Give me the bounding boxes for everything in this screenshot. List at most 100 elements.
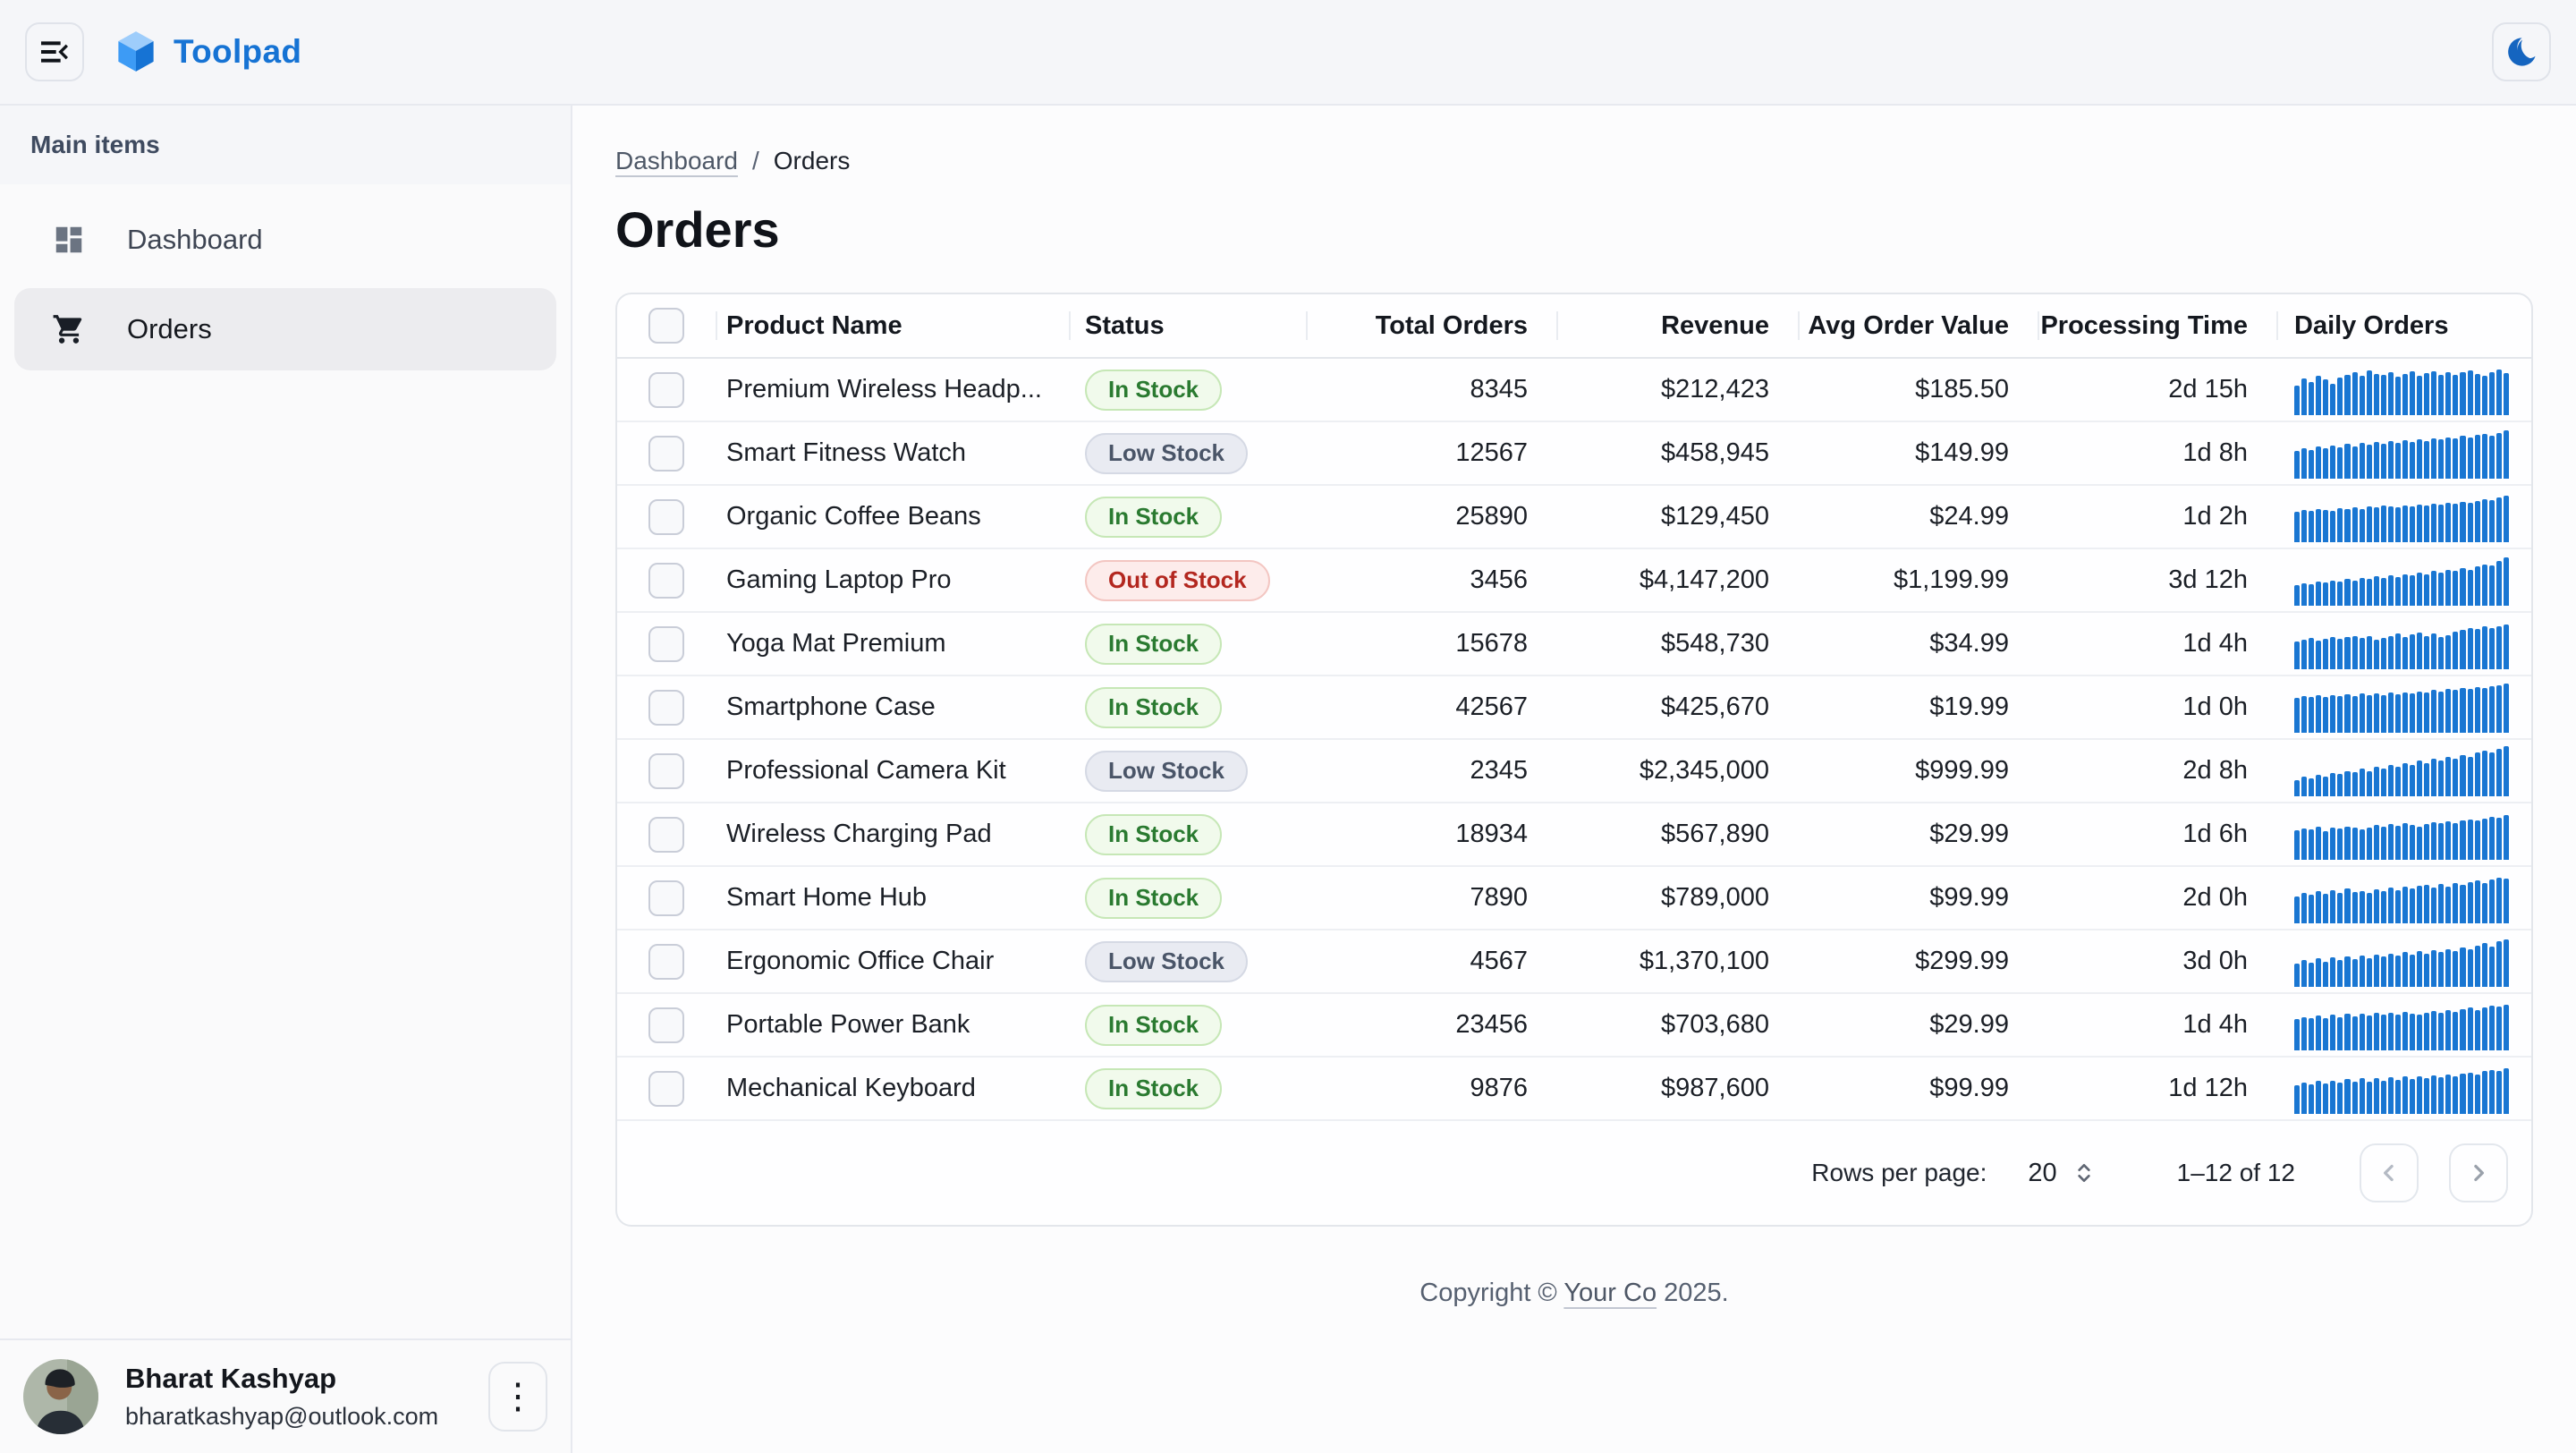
cell-status: In Stock [1069, 370, 1306, 411]
cell-processing-time: 1d 12h [2038, 1074, 2276, 1103]
row-checkbox[interactable] [648, 880, 684, 916]
theme-toggle-button[interactable] [2492, 22, 2551, 81]
cell-total-orders: 15678 [1306, 629, 1556, 659]
column-header-total-orders[interactable]: Total Orders [1306, 311, 1556, 341]
column-header-revenue[interactable]: Revenue [1556, 311, 1798, 341]
cell-product-name: Professional Camera Kit [716, 756, 1069, 786]
cell-daily-orders [2276, 937, 2531, 987]
cell-processing-time: 2d 8h [2038, 756, 2276, 786]
row-checkbox[interactable] [648, 563, 684, 599]
table-row[interactable]: Organic Coffee Beans In Stock 25890 $129… [617, 486, 2531, 549]
cell-avg-order-value: $24.99 [1798, 502, 2038, 531]
cell-product-name: Portable Power Bank [716, 1010, 1069, 1040]
kebab-menu-icon: ⋮ [500, 1379, 536, 1415]
cell-processing-time: 1d 4h [2038, 1010, 2276, 1040]
select-all-checkbox[interactable] [648, 308, 684, 344]
row-checkbox[interactable] [648, 1007, 684, 1043]
row-checkbox[interactable] [648, 499, 684, 535]
user-menu-button[interactable]: ⋮ [488, 1362, 547, 1432]
table-row[interactable]: Premium Wireless Headp... In Stock 8345 … [617, 359, 2531, 422]
table-row[interactable]: Smart Fitness Watch Low Stock 12567 $458… [617, 422, 2531, 486]
table-row[interactable]: Gaming Laptop Pro Out of Stock 3456 $4,1… [617, 549, 2531, 613]
status-badge: Low Stock [1085, 941, 1248, 982]
breadcrumb-link-dashboard[interactable]: Dashboard [615, 147, 738, 175]
cell-revenue: $2,345,000 [1556, 756, 1798, 786]
row-checkbox[interactable] [648, 753, 684, 789]
copyright-prefix: Copyright © [1419, 1279, 1563, 1307]
row-checkbox[interactable] [648, 372, 684, 408]
sidebar-nav: Dashboard Orders [0, 184, 571, 378]
cell-processing-time: 1d 6h [2038, 820, 2276, 849]
row-checkbox-cell [617, 1007, 716, 1043]
next-page-button[interactable] [2449, 1143, 2508, 1202]
daily-orders-sparkline [2294, 429, 2509, 479]
chevron-right-icon [2465, 1160, 2492, 1186]
row-checkbox[interactable] [648, 944, 684, 980]
status-badge: Low Stock [1085, 433, 1248, 474]
rows-per-page-spinner[interactable] [2070, 1159, 2098, 1187]
status-badge: In Stock [1085, 370, 1222, 411]
main-content: Dashboard / Orders Orders Product Name S… [572, 106, 2576, 1308]
sidebar-item-dashboard[interactable]: Dashboard [14, 199, 556, 281]
sidebar-item-label: Orders [127, 313, 212, 345]
cell-total-orders: 7890 [1306, 883, 1556, 913]
rows-per-page-select[interactable]: 20 [2028, 1159, 2056, 1188]
cell-product-name: Smartphone Case [716, 693, 1069, 722]
sidebar-item-orders[interactable]: Orders [14, 288, 556, 370]
table-header-row: Product Name Status Total Orders Revenue… [617, 294, 2531, 359]
company-link[interactable]: Your Co [1563, 1279, 1657, 1307]
status-badge: In Stock [1085, 687, 1222, 728]
breadcrumb-current: Orders [774, 147, 851, 175]
cell-status: In Stock [1069, 687, 1306, 728]
table-row[interactable]: Mechanical Keyboard In Stock 9876 $987,6… [617, 1058, 2531, 1121]
table-row[interactable]: Smart Home Hub In Stock 7890 $789,000 $9… [617, 867, 2531, 930]
chevron-left-icon [2376, 1160, 2402, 1186]
avatar[interactable] [23, 1359, 98, 1434]
cell-status: In Stock [1069, 624, 1306, 665]
row-checkbox[interactable] [648, 690, 684, 726]
table-row[interactable]: Yoga Mat Premium In Stock 15678 $548,730… [617, 613, 2531, 676]
rows-per-page-label: Rows per page: [1811, 1159, 1987, 1187]
column-header-processing-time[interactable]: Processing Time [2038, 311, 2276, 341]
row-checkbox-cell [617, 753, 716, 789]
cart-icon [52, 312, 86, 346]
column-header-avg-order-value[interactable]: Avg Order Value [1798, 311, 2038, 341]
cell-avg-order-value: $19.99 [1798, 693, 2038, 722]
cell-avg-order-value: $29.99 [1798, 1010, 2038, 1040]
row-checkbox[interactable] [648, 626, 684, 662]
daily-orders-sparkline [2294, 810, 2509, 860]
app-title: Toolpad [174, 33, 301, 71]
previous-page-button[interactable] [2360, 1143, 2419, 1202]
cell-processing-time: 3d 12h [2038, 565, 2276, 595]
cell-processing-time: 1d 8h [2038, 438, 2276, 468]
cell-product-name: Wireless Charging Pad [716, 820, 1069, 849]
column-header-status[interactable]: Status [1069, 311, 1306, 341]
row-checkbox-cell [617, 1071, 716, 1107]
row-checkbox-cell [617, 626, 716, 662]
column-header-daily-orders[interactable]: Daily Orders [2276, 311, 2531, 341]
collapse-sidebar-button[interactable] [25, 22, 84, 81]
cell-total-orders: 3456 [1306, 565, 1556, 595]
row-checkbox-cell [617, 563, 716, 599]
header-checkbox-cell [617, 308, 716, 344]
row-checkbox[interactable] [648, 436, 684, 472]
cell-processing-time: 2d 15h [2038, 375, 2276, 404]
table-row[interactable]: Portable Power Bank In Stock 23456 $703,… [617, 994, 2531, 1058]
user-info: Bharat Kashyap bharatkashyap@outlook.com [125, 1362, 438, 1432]
cell-revenue: $458,945 [1556, 438, 1798, 468]
table-row[interactable]: Smartphone Case In Stock 42567 $425,670 … [617, 676, 2531, 740]
row-checkbox[interactable] [648, 1071, 684, 1107]
cell-processing-time: 1d 4h [2038, 629, 2276, 659]
cell-total-orders: 12567 [1306, 438, 1556, 468]
brand[interactable]: Toolpad [116, 30, 301, 73]
table-row[interactable]: Wireless Charging Pad In Stock 18934 $56… [617, 803, 2531, 867]
table-row[interactable]: Ergonomic Office Chair Low Stock 4567 $1… [617, 930, 2531, 994]
sidebar-item-label: Dashboard [127, 224, 263, 256]
row-checkbox[interactable] [648, 817, 684, 853]
row-checkbox-cell [617, 436, 716, 472]
sidebar: Main items Dashboard Orders [0, 106, 572, 1453]
cell-total-orders: 2345 [1306, 756, 1556, 786]
table-row[interactable]: Professional Camera Kit Low Stock 2345 $… [617, 740, 2531, 803]
daily-orders-sparkline [2294, 365, 2509, 415]
column-header-product-name[interactable]: Product Name [716, 311, 1069, 341]
